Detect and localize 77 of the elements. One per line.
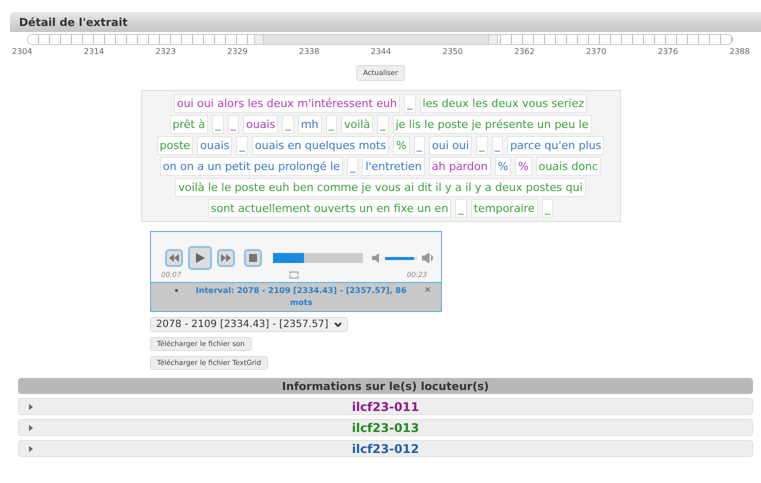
section-title: Informations sur le(s) locuteur(s)	[282, 380, 489, 392]
interval-dropdown[interactable]: 2078 - 2109 [2334.43] - [2357.57]	[150, 317, 348, 332]
transcript-segment[interactable]: prêt à	[170, 115, 208, 134]
tick-label: 2344	[370, 47, 392, 56]
transcript-segment[interactable]: _	[542, 199, 554, 218]
transcript-segment[interactable]: sont actuellement ouverts un en fixe un en	[208, 199, 452, 218]
transcript-segment[interactable]: poste	[156, 136, 194, 155]
stop-icon	[249, 254, 257, 262]
transcript-segment[interactable]: _	[228, 115, 240, 134]
speaker-name: ilcf23-013	[352, 420, 420, 434]
transcript-segment[interactable]: _	[476, 136, 488, 155]
transcript-segment[interactable]: %	[515, 157, 532, 176]
fast-forward-button[interactable]	[217, 249, 235, 267]
repeat-icon[interactable]	[288, 270, 300, 280]
transcript-segment[interactable]: mh	[298, 115, 322, 134]
fast-forward-icon	[221, 254, 231, 262]
transcript-segment[interactable]: %	[393, 136, 410, 155]
accordion-header[interactable]: ilcf23-012	[18, 440, 753, 457]
volume-high-icon	[422, 253, 434, 263]
transcript-segment[interactable]: oui oui alors les deux m'intéressent euh	[174, 94, 400, 113]
slider-handle[interactable]	[488, 34, 498, 45]
rewind-icon	[169, 254, 179, 262]
transcript-segment[interactable]: on on a un petit peu prolongé le	[160, 157, 343, 176]
expand-icon	[29, 425, 33, 431]
transcript-segment[interactable]: _	[212, 115, 224, 134]
range-slider[interactable]	[27, 34, 733, 45]
transcript-segment[interactable]: %	[494, 157, 512, 176]
transcript-segment[interactable]: _	[455, 199, 467, 218]
volume-low-icon	[372, 253, 380, 263]
transcript-segment[interactable]: voilà le le poste euh ben comme je vous ai dit il y a il y a deux postes qui	[175, 178, 586, 197]
speaker-name: ilcf23-011	[352, 400, 420, 414]
interval-link[interactable]: Interval: 2078 - 2109 [2334.43] - [2357.57], 86 mots	[184, 285, 418, 309]
transcript-segment[interactable]: _	[377, 115, 389, 134]
transcript-segment[interactable]: je lis le poste je présente un peu le	[392, 115, 592, 134]
remove-button[interactable]: ×	[424, 285, 431, 294]
accordion-header[interactable]: ilcf23-013	[18, 419, 753, 436]
tick-label: 2338	[299, 47, 320, 56]
transcript-segment[interactable]: parce qu'en plus	[507, 136, 604, 155]
transcript-segment[interactable]: _	[492, 136, 504, 155]
tick-label: 2362	[514, 47, 535, 56]
tick-label: 2329	[227, 47, 248, 56]
bullet-icon	[175, 289, 178, 292]
transcript-segment[interactable]: ah pardon	[428, 157, 491, 176]
tick-label: 2304	[12, 47, 32, 56]
transcript-segment[interactable]: temporaire	[470, 199, 538, 218]
transcript-segment[interactable]: ouais en quelques mots	[252, 136, 390, 155]
transcript-segment[interactable]: oui oui	[429, 136, 472, 155]
expand-icon	[29, 446, 33, 452]
tick-label: 2314	[84, 47, 104, 56]
transcript-segment[interactable]: ouais	[243, 115, 278, 134]
speaker-name: ilcf23-012	[352, 442, 420, 456]
transcript-segment[interactable]: les deux les deux vous seriez	[420, 94, 588, 113]
expand-icon	[29, 404, 33, 410]
transcript-segment[interactable]: ouais donc	[536, 157, 602, 176]
tick-label: 2376	[658, 47, 678, 56]
slider-handle[interactable]	[254, 34, 264, 45]
chevron-down-icon	[334, 322, 342, 328]
play-icon	[196, 253, 204, 263]
transcript-segment[interactable]: _	[326, 115, 338, 134]
tick-label: 2350	[442, 47, 463, 56]
tick-label: 2323	[156, 47, 176, 56]
transcript-segment[interactable]: voilà	[341, 115, 374, 134]
transcript-segment[interactable]: ouais	[197, 136, 232, 155]
tick-label: 2370	[586, 47, 606, 56]
tick-label: 2388	[730, 47, 750, 56]
stop-button[interactable]	[244, 249, 262, 267]
progress-bar[interactable]	[273, 253, 363, 263]
transcript-segment[interactable]: _	[404, 94, 416, 113]
play-button[interactable]	[188, 246, 212, 270]
accordion-header[interactable]: ilcf23-011	[18, 398, 753, 415]
transcript-segment[interactable]: _	[346, 157, 358, 176]
transcript-segment[interactable]: _	[414, 136, 426, 155]
transcript-segment[interactable]: _	[282, 115, 294, 134]
rewind-button[interactable]	[165, 249, 183, 267]
transcript-segment[interactable]: _	[236, 136, 248, 155]
transcript-segment[interactable]: l'entretien	[362, 157, 425, 176]
panel-title: Détail de l'extrait	[19, 16, 128, 28]
